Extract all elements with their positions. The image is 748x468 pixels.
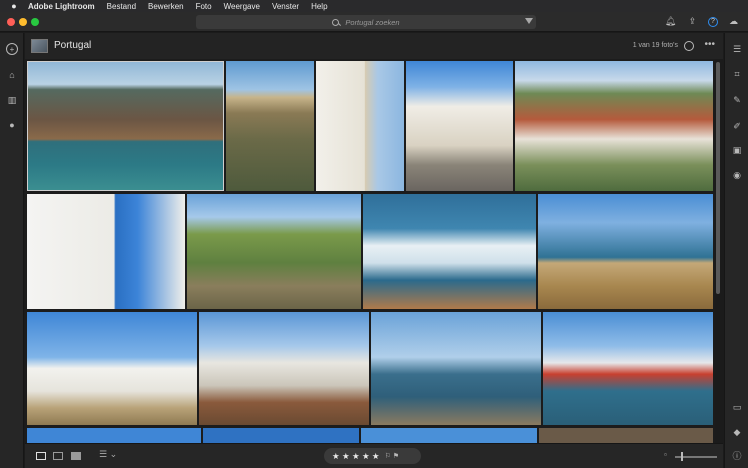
search-placeholder: Portugal zoeken — [345, 17, 400, 27]
photo-sailboats-harbor[interactable] — [371, 312, 541, 425]
comment-icon[interactable]: ▭ — [731, 401, 743, 413]
search-icon — [332, 18, 340, 26]
info-icon[interactable]: ⓘ — [731, 449, 743, 461]
square-grid-view-icon[interactable] — [36, 452, 46, 460]
photo-row4-4[interactable] — [539, 428, 713, 443]
photo-crashing-wave[interactable] — [363, 194, 536, 309]
people-icon[interactable]: ● — [6, 119, 18, 131]
photo-row4-3[interactable] — [361, 428, 537, 443]
photo-count: 1 van 19 foto's — [632, 42, 678, 49]
search-input[interactable]: Portugal zoeken — [196, 15, 536, 29]
window-toolbar: Portugal zoeken 🔔︎ ⇪ ? ☁ — [0, 12, 748, 32]
help-icon[interactable]: ? — [708, 16, 718, 27]
share-icon[interactable]: ⇪ — [686, 15, 699, 28]
thumbnail-size-knob[interactable] — [681, 452, 683, 461]
thumbnail-size-icon: ▫ — [664, 450, 667, 459]
crop-icon[interactable]: ⌗ — [731, 68, 743, 80]
photo-lighthouse[interactable] — [27, 312, 197, 425]
grid-scrollbar[interactable] — [716, 62, 720, 294]
photo-hillside-town[interactable] — [515, 61, 713, 191]
photo-row4-2[interactable] — [203, 428, 359, 443]
photo-green-valley[interactable] — [187, 194, 361, 309]
brush-icon[interactable]: ✐ — [731, 120, 743, 132]
photo-laundry-street[interactable] — [27, 194, 185, 309]
menu-bewerken[interactable]: Bewerken — [142, 2, 190, 11]
library-icon[interactable]: ▥ — [6, 94, 18, 106]
tag-icon[interactable]: ◆ — [731, 426, 743, 438]
macos-menubar: ● Adobe Lightroom Bestand Bewerken Foto … — [0, 0, 748, 12]
album-title: Portugal — [54, 40, 92, 51]
bell-icon[interactable]: 🔔︎ — [664, 15, 677, 28]
apple-icon[interactable]: ● — [0, 1, 28, 11]
photo-white-arcade[interactable] — [316, 61, 404, 191]
healing-icon[interactable]: ✎ — [731, 94, 743, 106]
edit-sliders-icon[interactable]: ☰ — [731, 43, 743, 55]
filter-icon[interactable] — [525, 18, 533, 24]
minimize-window-button[interactable] — [19, 18, 27, 26]
photo-row4-1[interactable] — [27, 428, 201, 443]
radial-icon[interactable]: ◉ — [731, 169, 743, 181]
people-view-icon[interactable] — [684, 41, 694, 51]
zoom-window-button[interactable] — [31, 18, 39, 26]
home-icon[interactable]: ⌂ — [6, 69, 18, 81]
gradient-icon[interactable]: ▣ — [731, 144, 743, 156]
menu-bestand[interactable]: Bestand — [101, 2, 142, 11]
album-header: Portugal 1 van 19 foto's ••• — [25, 33, 723, 59]
sort-icon[interactable]: ☰ ⌄ — [99, 449, 117, 460]
menu-venster[interactable]: Venster — [266, 2, 305, 11]
menu-weergave[interactable]: Weergave — [218, 2, 266, 11]
bottom-bar: ☰ ⌄ ★ ★ ★ ★ ★ ⚐ ⚑ ▫ — [25, 443, 723, 468]
add-photos-icon[interactable]: + — [6, 43, 18, 55]
menu-foto[interactable]: Foto — [190, 2, 218, 11]
flag-icons[interactable]: ⚐ ⚑ — [385, 452, 400, 460]
detail-view-icon[interactable] — [71, 452, 81, 460]
photo-fishing-boats[interactable] — [543, 312, 713, 425]
close-window-button[interactable] — [7, 18, 15, 26]
menu-app-name[interactable]: Adobe Lightroom — [28, 2, 101, 11]
photo-grid-view-icon[interactable] — [53, 452, 63, 460]
rating-flag-bar: ★ ★ ★ ★ ★ ⚐ ⚑ — [324, 448, 421, 464]
window-controls — [7, 18, 39, 26]
photo-grid — [25, 59, 715, 443]
cloud-icon[interactable]: ☁ — [727, 15, 740, 28]
more-options-icon[interactable]: ••• — [704, 39, 715, 50]
star-rating[interactable]: ★ ★ ★ ★ ★ — [332, 451, 380, 462]
photo-street-houses[interactable] — [406, 61, 513, 191]
photo-camper-van[interactable] — [199, 312, 369, 425]
left-panel-rail: + ⌂ ▥ ● — [0, 33, 24, 468]
album-cover-thumbnail — [31, 39, 48, 53]
photo-cliff-village[interactable] — [226, 61, 314, 191]
photo-cape-cliff-church[interactable] — [538, 194, 713, 309]
photo-cliffs-coast[interactable] — [27, 61, 224, 191]
right-panel-rail: ☰ ⌗ ✎ ✐ ▣ ◉ ▭ ◆ ⓘ — [724, 33, 748, 468]
menu-help[interactable]: Help — [305, 2, 333, 11]
